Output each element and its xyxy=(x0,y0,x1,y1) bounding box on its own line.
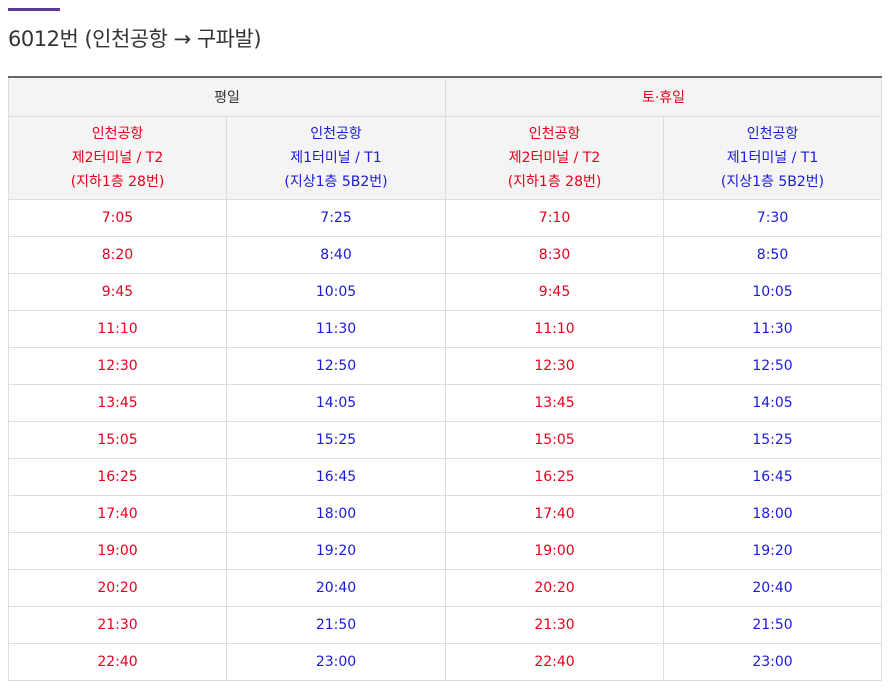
stop-terminal: 제2터미널 / T2 xyxy=(508,150,601,166)
stop-header-t1-weekday: 인천공항 제1터미널 / T1 (지상1층 5B2번) xyxy=(225,116,447,200)
bus-timetable: 평일 토·휴일 인천공항 제2터미널 / T2 (지하1층 28번) 인천공항 … xyxy=(7,76,883,681)
stop-terminal: 제2터미널 / T2 xyxy=(71,150,164,166)
departure-time-t1-holiday: 15:25 xyxy=(663,421,883,459)
departure-time-t1-weekday: 10:05 xyxy=(225,273,447,311)
departure-time-t2-weekday: 21:30 xyxy=(8,606,227,644)
table-row: 11:10 11:30 11:10 11:30 xyxy=(8,310,883,348)
table-row: 13:45 14:05 13:45 14:05 xyxy=(8,384,883,422)
stop-name: 인천공항 xyxy=(746,126,799,142)
weekday-header: 평일 xyxy=(7,76,447,117)
departure-time-t1-weekday: 14:05 xyxy=(225,384,447,422)
title-accent-bar xyxy=(8,8,60,11)
departure-time-t2-holiday: 16:25 xyxy=(445,458,665,496)
stop-location: (지상1층 5B2번) xyxy=(284,174,388,190)
stop-location: (지상1층 5B2번) xyxy=(720,174,825,190)
stop-terminal: 제1터미널 / T1 xyxy=(726,150,819,166)
departure-time-t2-weekday: 7:05 xyxy=(8,199,227,237)
day-group-header-row: 평일 토·휴일 xyxy=(7,76,883,117)
departure-time-t2-weekday: 12:30 xyxy=(8,347,227,385)
departure-time-t2-weekday: 8:20 xyxy=(8,236,227,274)
departure-time-t2-holiday: 21:30 xyxy=(445,606,665,644)
departure-time-t2-holiday: 12:30 xyxy=(445,347,665,385)
departure-time-t1-holiday: 16:45 xyxy=(663,458,883,496)
departure-time-t2-holiday: 13:45 xyxy=(445,384,665,422)
departure-time-t2-holiday: 22:40 xyxy=(445,643,665,681)
departure-time-t1-holiday: 14:05 xyxy=(663,384,883,422)
departure-time-t2-weekday: 20:20 xyxy=(8,569,227,607)
departure-time-t1-weekday: 12:50 xyxy=(225,347,447,385)
stop-name: 인천공항 xyxy=(310,126,362,142)
departure-time-t2-weekday: 13:45 xyxy=(8,384,227,422)
departure-time-t2-holiday: 17:40 xyxy=(445,495,665,533)
departure-time-t2-weekday: 19:00 xyxy=(8,532,227,570)
table-row: 8:20 8:40 8:30 8:50 xyxy=(8,236,883,274)
departure-time-t1-weekday: 18:00 xyxy=(225,495,447,533)
stop-name: 인천공항 xyxy=(528,126,581,142)
stop-header-row: 인천공항 제2터미널 / T2 (지하1층 28번) 인천공항 제1터미널 / … xyxy=(8,116,883,200)
departure-time-t1-holiday: 8:50 xyxy=(663,236,883,274)
table-row: 20:20 20:40 20:20 20:40 xyxy=(8,569,883,607)
stop-location: (지하1층 28번) xyxy=(507,174,602,190)
departure-time-t1-weekday: 15:25 xyxy=(225,421,447,459)
table-row: 21:30 21:50 21:30 21:50 xyxy=(8,606,883,644)
departure-time-t2-holiday: 7:10 xyxy=(445,199,665,237)
departure-time-t1-holiday: 12:50 xyxy=(663,347,883,385)
departure-time-t2-holiday: 9:45 xyxy=(445,273,665,311)
departure-time-t2-weekday: 16:25 xyxy=(8,458,227,496)
departure-time-t1-weekday: 20:40 xyxy=(225,569,447,607)
stop-header-t1-holiday: 인천공항 제1터미널 / T1 (지상1층 5B2번) xyxy=(663,116,883,200)
departure-time-t1-weekday: 7:25 xyxy=(225,199,447,237)
departure-time-t1-holiday: 18:00 xyxy=(663,495,883,533)
stop-header-t2-holiday: 인천공항 제2터미널 / T2 (지하1층 28번) xyxy=(445,116,665,200)
departure-time-t1-holiday: 11:30 xyxy=(663,310,883,348)
departure-time-t2-holiday: 11:10 xyxy=(445,310,665,348)
table-row: 7:05 7:25 7:10 7:30 xyxy=(8,199,883,237)
departure-time-t2-holiday: 15:05 xyxy=(445,421,665,459)
departure-time-t1-weekday: 16:45 xyxy=(225,458,447,496)
departure-time-t1-holiday: 7:30 xyxy=(663,199,883,237)
stop-header-t2-weekday: 인천공항 제2터미널 / T2 (지하1층 28번) xyxy=(8,116,227,200)
departure-time-t1-holiday: 21:50 xyxy=(663,606,883,644)
departure-time-t1-weekday: 23:00 xyxy=(225,643,447,681)
departure-time-t2-holiday: 19:00 xyxy=(445,532,665,570)
departure-time-t1-weekday: 8:40 xyxy=(225,236,447,274)
departure-time-t1-holiday: 10:05 xyxy=(663,273,883,311)
departure-time-t1-weekday: 11:30 xyxy=(225,310,447,348)
table-row: 19:00 19:20 19:00 19:20 xyxy=(8,532,883,570)
table-row: 12:30 12:50 12:30 12:50 xyxy=(8,347,883,385)
stop-name: 인천공항 xyxy=(91,126,144,142)
table-row: 16:25 16:45 16:25 16:45 xyxy=(8,458,883,496)
table-row: 22:40 23:00 22:40 23:00 xyxy=(8,643,883,681)
page-title: 6012번 (인천공항 → 구파발) xyxy=(8,27,262,51)
departure-time-t2-weekday: 11:10 xyxy=(8,310,227,348)
stop-location: (지하1층 28번) xyxy=(70,174,165,190)
weekend-holiday-header: 토·휴일 xyxy=(445,76,883,117)
departure-time-t1-holiday: 20:40 xyxy=(663,569,883,607)
table-row: 15:05 15:25 15:05 15:25 xyxy=(8,421,883,459)
table-row: 9:45 10:05 9:45 10:05 xyxy=(8,273,883,311)
departure-time-t2-holiday: 8:30 xyxy=(445,236,665,274)
departure-time-t2-holiday: 20:20 xyxy=(445,569,665,607)
departure-time-t2-weekday: 9:45 xyxy=(8,273,227,311)
table-row: 17:40 18:00 17:40 18:00 xyxy=(8,495,883,533)
departure-time-t1-weekday: 19:20 xyxy=(225,532,447,570)
departure-time-t1-holiday: 23:00 xyxy=(663,643,883,681)
departure-time-t1-holiday: 19:20 xyxy=(663,532,883,570)
departure-time-t2-weekday: 17:40 xyxy=(8,495,227,533)
departure-time-t2-weekday: 22:40 xyxy=(8,643,227,681)
departure-time-t1-weekday: 21:50 xyxy=(225,606,447,644)
departure-time-t2-weekday: 15:05 xyxy=(8,421,227,459)
stop-terminal: 제1터미널 / T1 xyxy=(290,150,382,166)
